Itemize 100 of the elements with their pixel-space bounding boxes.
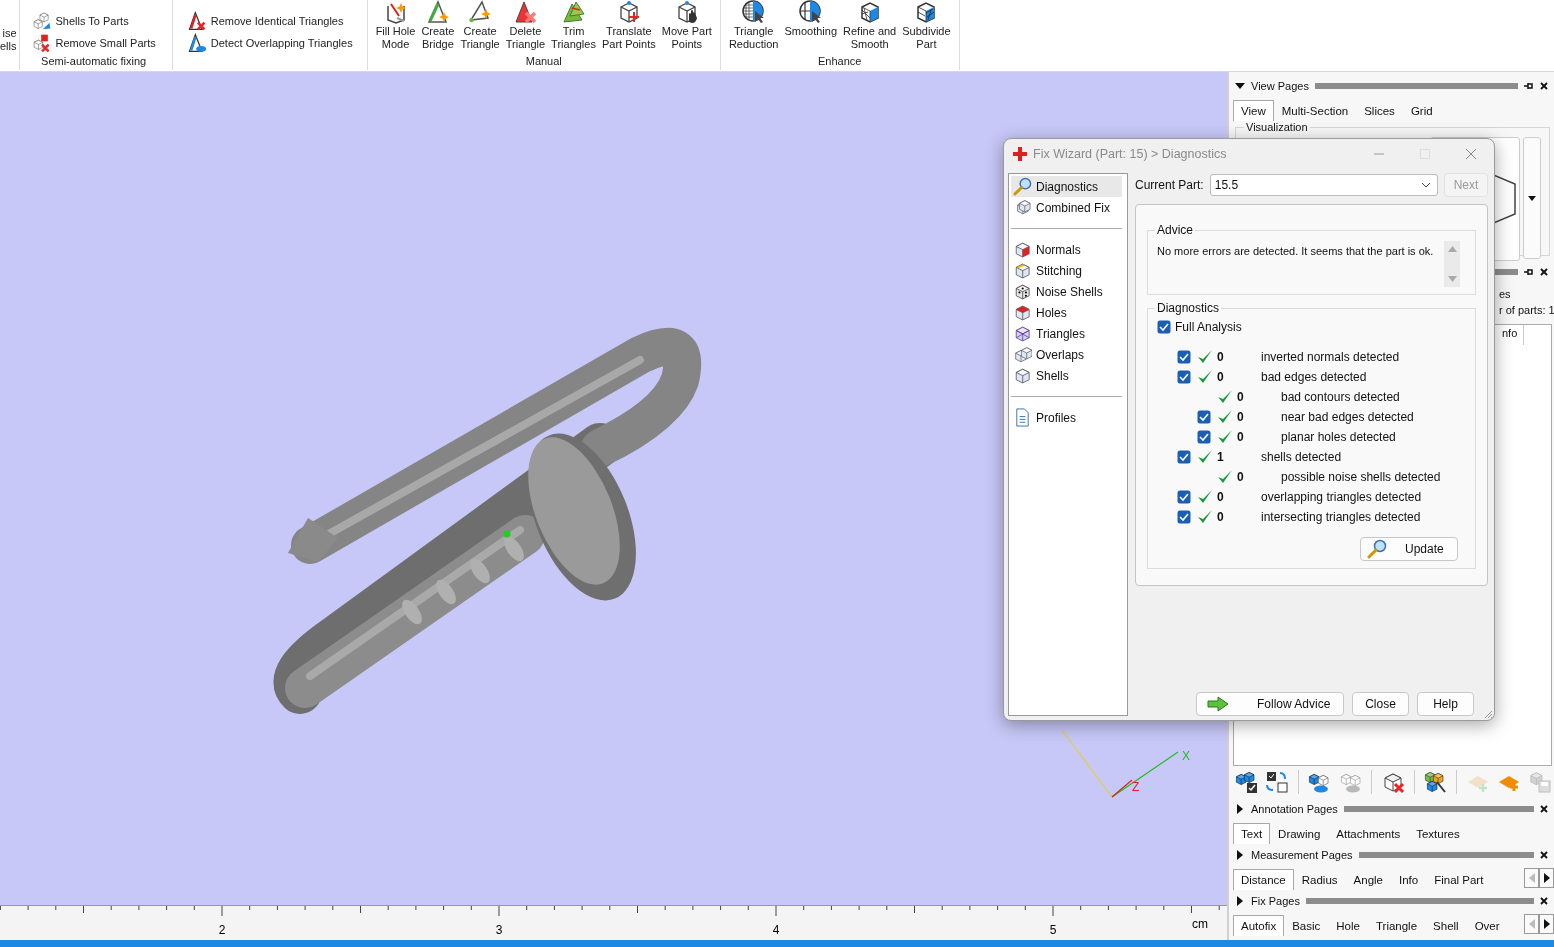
- info-text: r of parts: 1: [1499, 304, 1554, 316]
- resize-grip-icon[interactable]: [1484, 710, 1493, 719]
- tab[interactable]: Shell: [1425, 915, 1467, 936]
- part-dropdown[interactable]: 15.5: [1209, 173, 1438, 196]
- tab[interactable]: Multi-Section: [1273, 100, 1357, 121]
- tab[interactable]: Drawing: [1270, 823, 1329, 844]
- count: 0: [1217, 350, 1225, 364]
- diagnostic-label: inverted normals detected: [1261, 350, 1400, 364]
- tab[interactable]: Over: [1466, 915, 1508, 936]
- tab[interactable]: Attachments: [1328, 823, 1409, 844]
- expand-arrow-icon[interactable]: [1235, 850, 1245, 860]
- ribbon-button[interactable]: Smoothing: [782, 0, 840, 55]
- ribbon-button[interactable]: Create Triangle: [458, 0, 502, 55]
- magnifier-icon: [1013, 177, 1032, 196]
- tab[interactable]: Autofix: [1233, 915, 1285, 936]
- nav-item[interactable]: Noise Shells: [1011, 281, 1122, 302]
- checkbox[interactable]: [1197, 430, 1211, 444]
- nav-item[interactable]: Combined Fix: [1011, 197, 1122, 218]
- checkbox[interactable]: [1177, 450, 1191, 464]
- tab[interactable]: Angle: [1345, 869, 1391, 890]
- tab[interactable]: Slices: [1356, 100, 1403, 121]
- ribbon-button[interactable]: Remove Identical Triangles: [184, 10, 355, 32]
- dialog-button[interactable]: Follow Advice: [1196, 692, 1344, 716]
- diagnostic-label: overlapping triangles detected: [1261, 490, 1422, 504]
- drag-grip[interactable]: [1343, 806, 1534, 812]
- tab-scroll-right[interactable]: [1539, 868, 1554, 888]
- checkbox[interactable]: [1177, 510, 1191, 524]
- ribbon-button[interactable]: Subdivide Part: [900, 0, 953, 55]
- drag-grip[interactable]: [1314, 83, 1518, 89]
- close-icon: [1466, 149, 1476, 159]
- tab[interactable]: View: [1233, 100, 1274, 121]
- close-icon[interactable]: [1540, 805, 1548, 813]
- expand-arrow-icon[interactable]: [1235, 804, 1245, 814]
- collapse-arrow-icon[interactable]: [1235, 81, 1245, 91]
- column-header[interactable]: nfo: [1500, 325, 1525, 345]
- pin-icon[interactable]: [1524, 82, 1534, 90]
- up-arrow-icon: [1447, 246, 1457, 252]
- cubes-wand-icon: [1423, 770, 1448, 794]
- diagnostic-label: bad edges detected: [1261, 370, 1367, 384]
- count: 0: [1217, 490, 1225, 504]
- tab[interactable]: Hole: [1328, 915, 1368, 936]
- tab[interactable]: Final Part: [1426, 869, 1492, 890]
- checkbox[interactable]: [1157, 320, 1171, 334]
- diagnostic-label: intersecting triangles detected: [1261, 510, 1421, 524]
- close-icon[interactable]: [1540, 82, 1548, 90]
- scrollbar[interactable]: [1444, 241, 1460, 287]
- dialog-button[interactable]: Help: [1417, 692, 1474, 716]
- tab[interactable]: Textures: [1408, 823, 1468, 844]
- nav-item[interactable]: Shells: [1011, 365, 1122, 386]
- tab[interactable]: Info: [1391, 869, 1427, 890]
- triangle-star-icon: [425, 0, 450, 24]
- group-label: Manual: [525, 55, 562, 67]
- tab[interactable]: Radius: [1293, 869, 1346, 890]
- nav-item[interactable]: Overlaps: [1011, 344, 1122, 365]
- checkbox[interactable]: [1197, 410, 1211, 424]
- ribbon-button[interactable]: Fill Hole Mode: [373, 0, 418, 55]
- nav-item[interactable]: Stitching: [1011, 260, 1122, 281]
- ribbon-button[interactable]: Create Bridge: [419, 0, 457, 55]
- count: 0: [1237, 410, 1245, 424]
- checkbox[interactable]: [1177, 490, 1191, 504]
- ribbon-button[interactable]: ise ells: [0, 0, 19, 55]
- nav-item[interactable]: Profiles: [1011, 407, 1122, 428]
- ribbon-button[interactable]: Move Part Points: [659, 0, 714, 55]
- ribbon-button[interactable]: Triangle Reduction: [726, 0, 781, 55]
- nav-item[interactable]: Triangles: [1011, 323, 1122, 344]
- nav-item[interactable]: Diagnostics: [1011, 176, 1122, 197]
- cube-icon: [1013, 366, 1032, 385]
- drag-grip[interactable]: [1305, 898, 1534, 904]
- ribbon-button[interactable]: Shells To Parts: [29, 10, 158, 32]
- ribbon-button[interactable]: Detect Overlapping Triangles: [184, 32, 355, 54]
- close-icon[interactable]: [1540, 897, 1548, 905]
- checkbox[interactable]: [1177, 350, 1191, 364]
- ribbon-button[interactable]: Translate Part Points: [599, 0, 658, 55]
- tab[interactable]: Distance: [1233, 869, 1294, 890]
- dialog-button[interactable]: Close: [1352, 692, 1409, 716]
- pin-icon[interactable]: [1524, 268, 1534, 276]
- tab[interactable]: Grid: [1402, 100, 1441, 121]
- ribbon-button[interactable]: Trim Triangles: [549, 0, 598, 55]
- advice-text: No more errors are detected. It seems that the part is ok.: [1157, 244, 1435, 257]
- panel-title: Measurement Pages: [1251, 849, 1353, 861]
- field-label: Current Part:: [1135, 177, 1204, 192]
- drag-grip[interactable]: [1358, 852, 1534, 858]
- nav-item[interactable]: Holes: [1011, 302, 1122, 323]
- ribbon-button[interactable]: Remove Small Parts: [29, 32, 158, 54]
- cubes-icon: [1013, 345, 1032, 364]
- ribbon-button[interactable]: Refine and Smooth: [841, 0, 899, 55]
- cube-face-icon: [1013, 240, 1032, 259]
- tab-scroll-right[interactable]: [1539, 914, 1554, 934]
- tab[interactable]: Triangle: [1367, 915, 1426, 936]
- nav-item[interactable]: Normals: [1011, 239, 1122, 260]
- expand-arrow-icon[interactable]: [1235, 896, 1245, 906]
- close-icon[interactable]: [1540, 851, 1548, 859]
- checkbox[interactable]: [1177, 370, 1191, 384]
- triangle-star-icon: [468, 0, 493, 24]
- tab[interactable]: Text: [1233, 823, 1271, 844]
- ribbon-button[interactable]: Delete Triangle: [503, 0, 548, 55]
- count: 0: [1237, 430, 1245, 444]
- tab[interactable]: Basic: [1284, 915, 1329, 936]
- close-icon[interactable]: [1540, 268, 1548, 276]
- update-button[interactable]: Update: [1360, 537, 1458, 561]
